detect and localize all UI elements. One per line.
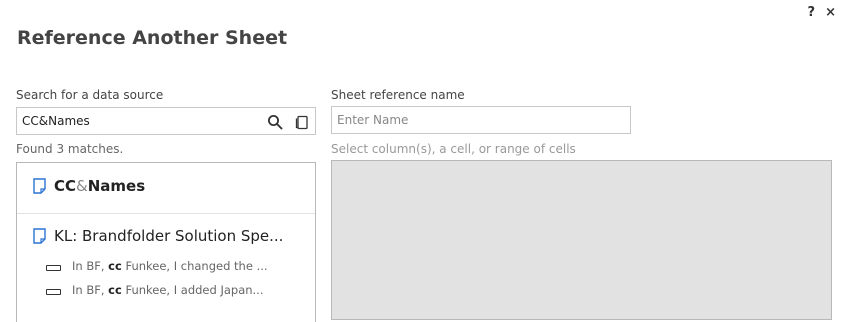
row-text: In BF, cc Funkee, I added Japan...	[72, 283, 264, 297]
search-icon[interactable]	[267, 114, 283, 130]
search-label: Search for a data source	[16, 88, 164, 102]
result-item-brandfolder[interactable]: KL: Brandfolder Solution Spe...	[17, 214, 315, 260]
header-icons: ? ×	[808, 5, 836, 21]
result-item-cc-names[interactable]: CC&Names	[17, 163, 315, 213]
match-count: Found 3 matches.	[16, 142, 124, 156]
dialog-title: Reference Another Sheet	[17, 27, 288, 49]
result-row-match[interactable]: In BF, cc Funkee, I changed the ...	[17, 257, 315, 281]
reference-label: Sheet reference name	[331, 88, 465, 102]
select-hint: Select column(s), a cell, or range of ce…	[331, 142, 576, 156]
help-icon[interactable]: ?	[808, 5, 816, 21]
search-input[interactable]	[22, 113, 252, 129]
result-name: KL: Brandfolder Solution Spe...	[54, 227, 284, 245]
reference-name-input[interactable]	[337, 112, 567, 128]
row-icon	[46, 289, 61, 295]
search-field[interactable]	[16, 107, 316, 135]
sheet-icon	[33, 228, 46, 244]
result-row-match[interactable]: In BF, cc Funkee, I added Japan...	[17, 281, 315, 305]
sheet-icon	[33, 178, 46, 194]
copy-icon[interactable]	[294, 114, 310, 130]
cell-selection-preview[interactable]	[331, 160, 832, 320]
row-icon	[46, 265, 61, 271]
reference-name-field[interactable]	[331, 106, 631, 134]
row-text: In BF, cc Funkee, I changed the ...	[72, 259, 268, 273]
close-icon[interactable]: ×	[825, 5, 836, 21]
search-results-list: CC&Names KL: Brandfolder Solution Spe...…	[16, 162, 316, 322]
result-name: CC&Names	[54, 177, 146, 195]
